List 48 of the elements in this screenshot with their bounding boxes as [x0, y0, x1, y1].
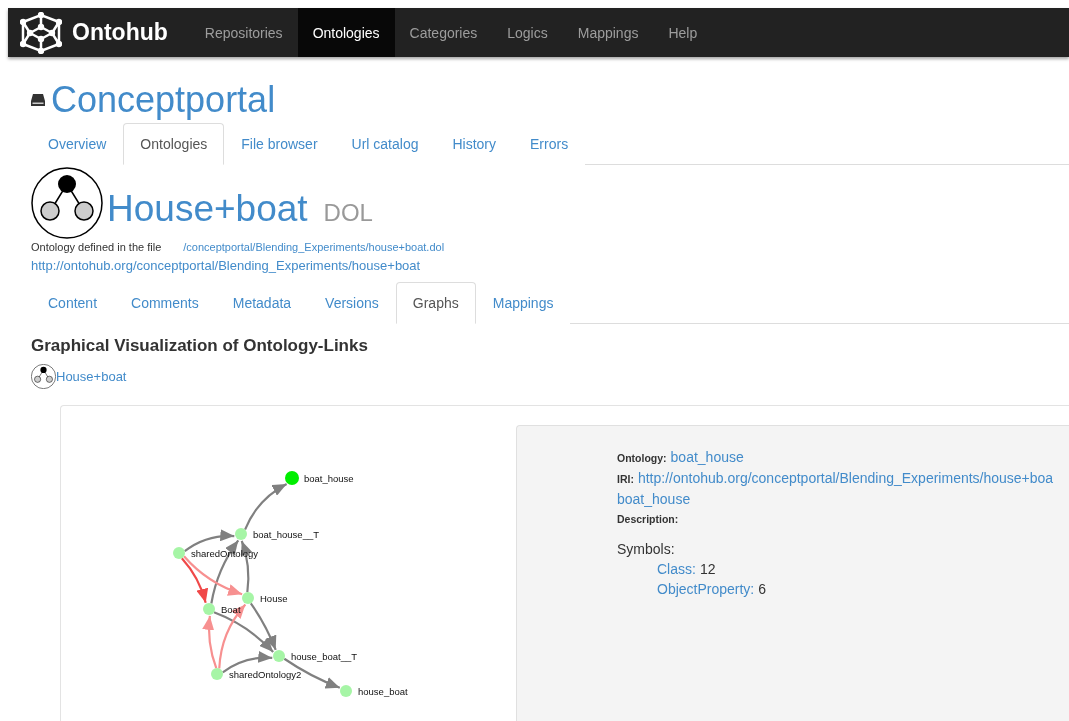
- ontology-graph-icon: [31, 167, 103, 239]
- node-label: sharedOntology: [191, 547, 259, 559]
- graph-node[interactable]: [273, 650, 285, 662]
- ontology-tab[interactable]: Graphs: [395, 282, 476, 324]
- iri-value-link[interactable]: http://ontohub.org/conceptportal/Blending_Experiments/house+boa: [637, 468, 1054, 488]
- node-label: boat_house: [304, 472, 354, 484]
- iri-key: IRI:: [617, 469, 634, 489]
- ontology-graph-icon: [31, 364, 56, 389]
- graph-node[interactable]: [285, 471, 299, 485]
- symbol-count: 6: [758, 580, 767, 599]
- node-label: house_boat__T: [291, 650, 358, 662]
- ontology-key: Ontology:: [617, 448, 667, 468]
- file-link[interactable]: /conceptportal/Blending_Experiments/house+boat.dol: [183, 240, 445, 255]
- description-key: Description:: [617, 509, 679, 529]
- graph-node[interactable]: [173, 547, 185, 559]
- graph-node[interactable]: [211, 668, 223, 680]
- node-label: sharedOntology2: [229, 668, 302, 680]
- defined-in-label: Ontology defined in the file: [31, 240, 162, 255]
- graph-node[interactable]: [203, 603, 215, 615]
- repository-tab[interactable]: Ontologies: [123, 123, 225, 165]
- ontology-link[interactable]: House+boat: [56, 369, 127, 384]
- graph-node[interactable]: [340, 685, 352, 697]
- nav-item[interactable]: Help: [653, 8, 713, 57]
- node-label: house_boat: [358, 685, 408, 697]
- language-label: DOL: [323, 199, 373, 227]
- repository-title[interactable]: Conceptportal: [51, 80, 276, 120]
- graph-node[interactable]: [242, 592, 254, 604]
- nav-item[interactable]: Logics: [492, 8, 563, 57]
- symbols-label: Symbols:: [617, 540, 676, 559]
- symbol-count: 12: [699, 560, 716, 579]
- ontology-title[interactable]: House+boat: [107, 187, 308, 231]
- symbol-type-link[interactable]: Class:: [657, 559, 696, 579]
- nav-item[interactable]: Ontologies: [297, 8, 395, 57]
- graph-node[interactable]: [235, 528, 247, 540]
- nav-item[interactable]: Categories: [394, 8, 493, 57]
- section-heading: Graphical Visualization of Ontology-Links: [31, 336, 369, 356]
- node-label: House: [260, 592, 288, 604]
- logo-icon: [20, 11, 62, 54]
- node-label: Boat: [221, 603, 241, 615]
- nav-item[interactable]: Repositories: [189, 8, 298, 57]
- ontology-value-link[interactable]: boat_house: [670, 447, 744, 467]
- hard-drive-icon: [31, 94, 45, 106]
- nav-item[interactable]: Mappings: [562, 8, 654, 57]
- iri-link[interactable]: http://ontohub.org/conceptportal/Blending_Experiments/house+boat: [31, 258, 421, 273]
- brand-link[interactable]: Ontohub: [8, 8, 190, 57]
- iri-value-link[interactable]: boat_house: [617, 489, 691, 509]
- node-label: boat_house__T: [253, 528, 320, 540]
- symbol-type-link[interactable]: ObjectProperty:: [657, 579, 755, 599]
